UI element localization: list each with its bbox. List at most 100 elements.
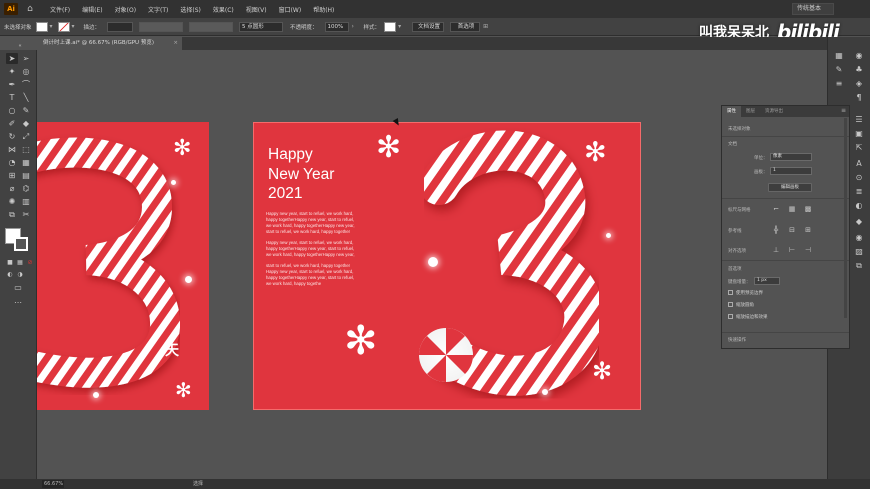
shape-builder-icon[interactable]: ◔ [6, 157, 18, 168]
artboard-main[interactable]: Happy New Year 2021 Happy new year, star… [253, 122, 641, 410]
brush-dropdown[interactable]: 5 点圆形 [239, 21, 284, 32]
pathfinder-icon[interactable]: ◐ [854, 201, 864, 211]
transparency-grid-icon[interactable]: ▩ [804, 205, 812, 213]
layers-icon[interactable]: ◆ [854, 217, 864, 227]
preferences-button[interactable]: 首选项 [450, 21, 481, 32]
stroke-swatch[interactable] [57, 21, 70, 32]
snap-grid-icon[interactable]: ⊢ [788, 246, 796, 254]
menu-select[interactable]: 选择(S) [180, 5, 201, 14]
blend-tool-icon[interactable]: ⌬ [20, 183, 32, 194]
body-text[interactable]: Happy new year, start to refuel, we work… [266, 211, 386, 292]
current-tool-status[interactable]: 选择 [193, 480, 203, 488]
variable-width-dropdown[interactable] [139, 21, 184, 32]
magic-wand-icon[interactable]: ✦ [6, 66, 18, 77]
libraries-icon[interactable]: ▣ [854, 129, 864, 139]
panel-scrollbar[interactable] [844, 118, 847, 318]
opentype-icon[interactable]: ⊙ [854, 173, 864, 183]
grid-icon[interactable]: ▦ [788, 205, 796, 213]
fill-swatch[interactable] [35, 21, 48, 32]
screen-mode-icon[interactable]: ▭ [12, 282, 24, 293]
layers-small-icon[interactable]: ≡ [834, 79, 844, 89]
checkbox-scale-corners[interactable] [728, 302, 733, 307]
direct-selection-tool-icon[interactable]: ➢ [20, 53, 32, 64]
eyedropper-icon[interactable]: ⌀ [6, 183, 18, 194]
guides-lock-icon[interactable]: ⊟ [788, 226, 796, 234]
menu-help[interactable]: 帮助(H) [313, 5, 334, 14]
gradient-tool-icon[interactable]: ▤ [20, 170, 32, 181]
ruler-icon[interactable]: ⌐ [772, 205, 780, 213]
rotate-tool-icon[interactable]: ↻ [6, 131, 18, 142]
pen-tool-icon[interactable]: ✒ [6, 79, 18, 90]
unit-dropdown[interactable]: 像素 [770, 153, 812, 161]
home-icon[interactable]: ⌂ [24, 3, 36, 15]
opacity-input[interactable]: 100% [324, 21, 349, 32]
stroke-weight-input[interactable] [107, 21, 134, 32]
paintbrush-icon[interactable]: ✎ [20, 105, 32, 116]
tab-asset-export[interactable]: 资源导出 [760, 106, 788, 117]
lasso-icon[interactable]: ◎ [20, 66, 32, 77]
graphic-styles-icon[interactable]: ◈ [854, 79, 864, 89]
smart-guides-icon[interactable]: ⊞ [804, 226, 812, 234]
document-setup-button[interactable]: 文档设置 [412, 21, 445, 32]
artboards-panel-icon[interactable]: ⧉ [854, 261, 864, 271]
brushes-icon[interactable]: ✎ [834, 65, 844, 75]
menu-edit[interactable]: 编辑(E) [82, 5, 102, 14]
menu-file[interactable]: 文件(F) [50, 5, 70, 14]
artboard-dropdown[interactable]: 1 [770, 167, 812, 175]
none-mode-icon[interactable]: ⊘ [24, 257, 36, 268]
selection-tool-icon[interactable]: ➤ [6, 53, 18, 64]
snap-pixel-icon[interactable]: ⊣ [804, 246, 812, 254]
curvature-tool-icon[interactable]: ⌒ [20, 79, 32, 90]
fill-stroke-widget[interactable] [5, 228, 31, 254]
style-swatch[interactable] [384, 21, 397, 32]
scale-tool-icon[interactable]: ⤢ [20, 131, 32, 142]
snap-point-icon[interactable]: ⊥ [772, 246, 780, 254]
color-panel-icon[interactable]: ◉ [854, 51, 864, 61]
guides-show-icon[interactable]: ╬ [772, 226, 780, 234]
width-tool-icon[interactable]: ⋈ [6, 144, 18, 155]
checkbox-preview-bounds[interactable] [728, 290, 733, 295]
slice-tool-icon[interactable]: ✂ [20, 209, 32, 220]
checkbox-scale-strokes[interactable] [728, 314, 733, 319]
paragraph-icon[interactable]: ¶ [854, 93, 864, 103]
document-tab[interactable]: 倒计时上课.ai* @ 66.67% (RGB/GPU 预览) × [37, 37, 182, 50]
workspace-switcher[interactable]: 传统基本 [792, 3, 834, 15]
perspective-grid-icon[interactable]: ▦ [20, 157, 32, 168]
export-icon[interactable]: ⇱ [854, 143, 864, 153]
more-tools-icon[interactable]: ⋯ [12, 297, 24, 308]
menu-object[interactable]: 对象(O) [115, 5, 136, 14]
stroke-color[interactable] [14, 237, 28, 251]
draw-behind-icon[interactable]: ◑ [14, 269, 26, 280]
eraser-icon[interactable]: ◆ [20, 118, 32, 129]
close-icon[interactable]: × [173, 37, 178, 50]
free-transform-icon[interactable]: ⬚ [20, 144, 32, 155]
ellipse-tool-icon[interactable]: ○ [6, 105, 18, 116]
menu-effect[interactable]: 效果(C) [213, 5, 234, 14]
artboard-tool-icon[interactable]: ⧉ [6, 209, 18, 220]
swatches-icon[interactable]: ▦ [834, 51, 844, 61]
shaper-tool-icon[interactable]: ✐ [6, 118, 18, 129]
appearance-icon[interactable]: ◉ [854, 233, 864, 243]
mesh-tool-icon[interactable]: ⊞ [6, 170, 18, 181]
canvas[interactable]: ✻ ✻ 天 Happy New Year 2021 Happy new year… [37, 50, 827, 479]
column-graph-icon[interactable]: ▥ [20, 196, 32, 207]
artboard-left[interactable]: ✻ ✻ 天 [37, 122, 209, 410]
type-tool-icon[interactable]: T [6, 92, 18, 103]
chevron-down-icon[interactable]: ▾ [398, 22, 406, 32]
edit-artboard-button[interactable]: 编辑画板 [768, 183, 812, 192]
greeting-title[interactable]: Happy New Year 2021 [268, 145, 334, 204]
symbols-icon[interactable]: ♣ [854, 65, 864, 75]
menu-type[interactable]: 文字(T) [148, 5, 168, 14]
chevron-down-icon[interactable]: ▾ [50, 22, 58, 32]
collapse-icon[interactable]: « [14, 41, 26, 52]
menu-view[interactable]: 视图(V) [246, 5, 267, 14]
arrange-icon[interactable]: ⊞ [483, 22, 491, 32]
character-icon[interactable]: A [854, 159, 864, 169]
symbol-sprayer-icon[interactable]: ✺ [6, 196, 18, 207]
zoom-dropdown[interactable]: 66.67% [42, 480, 64, 488]
tab-layers[interactable]: 图层 [741, 106, 760, 117]
properties-icon[interactable]: ☰ [854, 115, 864, 125]
line-tool-icon[interactable]: ╲ [20, 92, 32, 103]
menu-icon[interactable]: ≡ [841, 107, 846, 114]
menu-window[interactable]: 窗口(W) [279, 5, 302, 14]
